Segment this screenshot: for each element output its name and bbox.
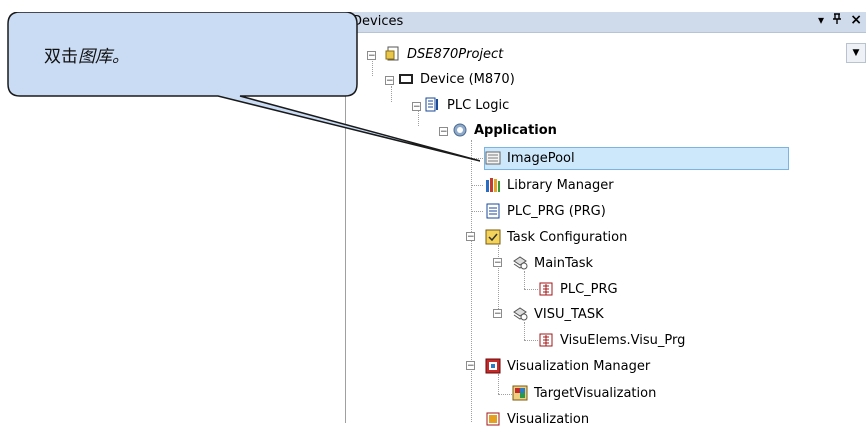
task-icon xyxy=(512,255,528,271)
tree-item-visualization[interactable]: Visualization xyxy=(485,408,593,430)
callout-text-italic: 图库。 xyxy=(78,47,129,67)
tree-item-label: TargetVisualization xyxy=(534,385,657,401)
tree-item-main-task-plc-prg[interactable]: PLC_PRG xyxy=(538,278,622,300)
tree-item-library-manager[interactable]: Library Manager xyxy=(485,174,618,196)
tree-item-visu-task[interactable]: VISU_TASK xyxy=(512,303,608,325)
collapse-toggle[interactable]: − xyxy=(466,232,475,242)
tree-line xyxy=(498,374,500,394)
menu-dropdown-icon[interactable]: ▾ xyxy=(818,13,824,27)
tree-item-label: Library Manager xyxy=(507,177,614,193)
callout-text-normal: 双击 xyxy=(44,47,78,67)
tree-item-label: ImagePool xyxy=(507,150,575,166)
tree-item-label: Visualization Manager xyxy=(507,358,651,374)
collapse-toggle[interactable]: − xyxy=(493,258,502,268)
tree-item-task-configuration[interactable]: Task Configuration xyxy=(485,226,631,248)
task-icon xyxy=(512,306,528,322)
tree-line xyxy=(524,340,538,342)
image-pool-icon xyxy=(485,150,501,166)
tree-line xyxy=(471,185,483,187)
tree-line xyxy=(498,245,500,313)
tree-item-label: Application xyxy=(474,122,557,138)
tree-item-label: PLC_PRG xyxy=(560,281,618,297)
tree-line xyxy=(498,394,512,396)
tree-item-label: MainTask xyxy=(534,255,594,271)
tree-item-main-task[interactable]: MainTask xyxy=(512,252,597,274)
visualization-icon xyxy=(485,411,501,427)
tree-line xyxy=(524,289,538,291)
close-icon[interactable]: × xyxy=(850,12,862,28)
tree-dropdown-button[interactable]: ▼ xyxy=(846,43,866,63)
program-call-icon xyxy=(538,281,554,297)
collapse-toggle[interactable]: − xyxy=(466,361,475,371)
tree-item-label: PLC_PRG (PRG) xyxy=(507,203,606,219)
tree-item-visualization-manager[interactable]: Visualization Manager xyxy=(485,355,654,377)
tree-item-visu-prg[interactable]: VisuElems.Visu_Prg xyxy=(538,329,689,351)
tree-line xyxy=(471,140,473,422)
pin-icon[interactable] xyxy=(832,13,842,28)
task-config-icon xyxy=(485,229,501,245)
tree-line xyxy=(471,211,483,213)
tree-item-target-visualization[interactable]: TargetVisualization xyxy=(512,382,660,404)
tree-item-label: Task Configuration xyxy=(507,229,628,245)
collapse-toggle[interactable]: − xyxy=(493,309,502,319)
tree-item-label: Visualization xyxy=(507,411,590,427)
callout-balloon xyxy=(7,12,480,162)
tree-item-label: VISU_TASK xyxy=(534,306,604,322)
tree-item-label: VisuElems.Visu_Prg xyxy=(560,332,686,348)
library-icon xyxy=(485,177,501,193)
tree-item-image-pool[interactable]: ImagePool xyxy=(485,147,579,169)
tree-item-plc-prg[interactable]: PLC_PRG (PRG) xyxy=(485,200,610,222)
target-visualization-icon xyxy=(512,385,528,401)
program-call-icon xyxy=(538,332,554,348)
visualization-manager-icon xyxy=(485,358,501,374)
callout-text: 双击图库。 xyxy=(44,42,129,67)
program-icon xyxy=(485,203,501,219)
